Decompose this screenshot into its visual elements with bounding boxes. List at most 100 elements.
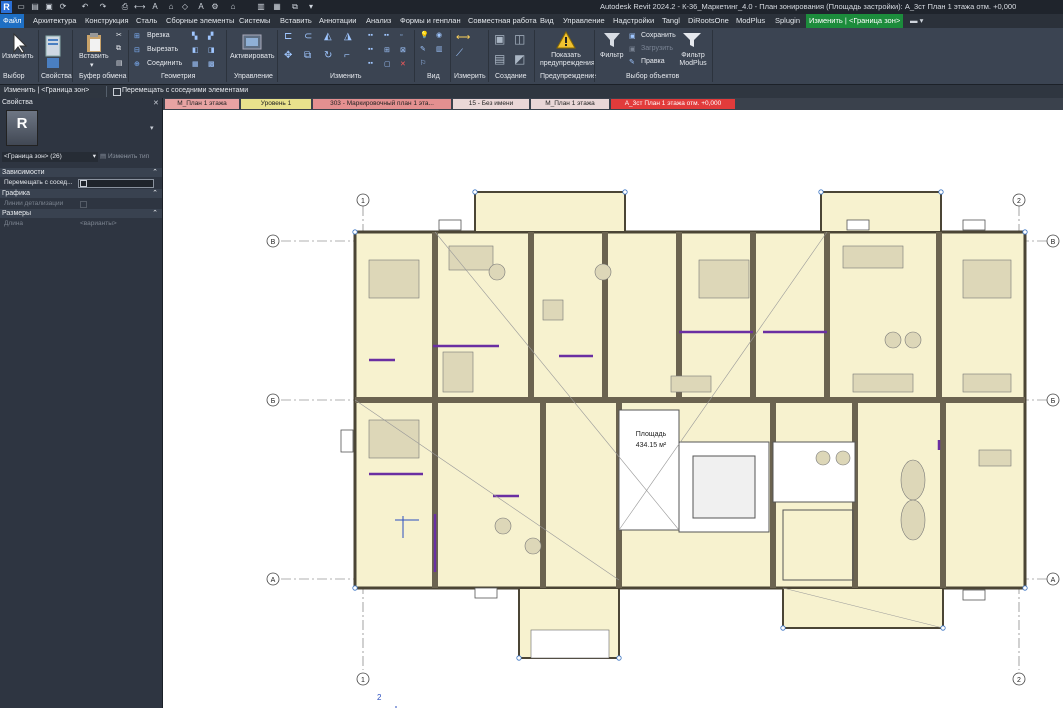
delete-icon[interactable]: ✕	[400, 60, 406, 68]
drawing-area[interactable]: 1 2 1 2 В В Б Б А А Площадь 434.15 м² 2	[163, 110, 1063, 708]
scale-tool-icon[interactable]: ▢	[384, 60, 391, 68]
measure-icon[interactable]: ⟷	[134, 2, 145, 11]
scale-icon[interactable]: ▫	[400, 32, 402, 39]
undo-icon[interactable]: ↶	[80, 2, 90, 11]
geometry-tool-2-icon[interactable]: ▞	[208, 32, 213, 40]
group-geometry[interactable]: Геометрия	[161, 73, 195, 80]
tab-manage[interactable]: Управление	[563, 14, 605, 28]
section-dimensions[interactable]: Размеры ⌃	[0, 209, 162, 218]
section-icon[interactable]: ◇	[180, 2, 190, 11]
tab-annotate[interactable]: Аннотации	[319, 14, 357, 28]
collapse-icon[interactable]: ⌃	[152, 209, 158, 218]
save-selection-button[interactable]: Сохранить	[641, 32, 676, 39]
group-modify[interactable]: Изменить	[330, 73, 362, 80]
tab-architecture[interactable]: Архитектура	[33, 14, 76, 28]
switch-windows-icon[interactable]: ▥	[256, 2, 266, 11]
tab-structure[interactable]: Конструкция	[85, 14, 129, 28]
qat-dropdown-icon[interactable]: ▾	[306, 2, 316, 11]
tag-icon[interactable]: A	[150, 2, 160, 11]
split-icon[interactable]: ▪▪	[368, 32, 373, 39]
3d-view-icon[interactable]: ⌂	[166, 2, 176, 11]
text-icon[interactable]: A	[196, 2, 206, 11]
section-graphics[interactable]: Графика ⌃	[0, 189, 162, 198]
open-icon[interactable]: ▭	[16, 2, 26, 11]
print-icon[interactable]: ⎙	[120, 2, 130, 11]
type-selector[interactable]: <Граница зон> (26) ▾	[2, 152, 98, 162]
paste-dropdown-icon[interactable]: ▾	[90, 61, 94, 69]
tab-insert[interactable]: Вставить	[280, 14, 312, 28]
rotate-icon[interactable]: ↻	[324, 50, 332, 61]
group-measure[interactable]: Измерить	[454, 73, 486, 80]
array-linear-icon[interactable]: ▪▪	[368, 60, 373, 67]
tab-addins[interactable]: Надстройки	[613, 14, 654, 28]
activate-button[interactable]: Активировать	[230, 53, 275, 60]
cope-button[interactable]: Врезка	[147, 32, 170, 39]
sync-icon[interactable]: ⟳	[58, 2, 68, 11]
offset-icon[interactable]: ⊂	[304, 31, 312, 42]
group-view[interactable]: Вид	[427, 73, 440, 80]
save-icon[interactable]: ▣	[44, 2, 54, 11]
tab-systems[interactable]: Системы	[239, 14, 270, 28]
edit-selection-button[interactable]: Правка	[641, 58, 665, 65]
tab-splugin[interactable]: Splugin	[775, 14, 800, 28]
view-tab[interactable]: 303 - Маркировочный план 1 эта...	[313, 99, 451, 109]
geometry-tool-3-icon[interactable]: ◧	[192, 46, 199, 54]
create-group-icon[interactable]: ▤	[494, 52, 505, 66]
create-assembly-icon[interactable]: ▣	[494, 32, 505, 46]
match-props-icon[interactable]: ▤	[116, 59, 123, 67]
view-tool-1-icon[interactable]: ◉	[436, 31, 442, 39]
group-warning[interactable]: Предупреждение	[540, 73, 596, 80]
move-with-nearby-prop-checkbox[interactable]	[80, 180, 87, 187]
home-icon[interactable]: ⌂	[228, 2, 238, 11]
tab-modplus[interactable]: ModPlus	[736, 14, 765, 28]
modify-cursor-icon[interactable]	[6, 32, 30, 54]
view-tab-active[interactable]: А_3ст План 1 этажа отм. +0,000	[611, 99, 735, 109]
unpin-icon[interactable]: ⊠	[400, 46, 406, 54]
tab-analyze[interactable]: Анализ	[366, 14, 391, 28]
join-icon[interactable]: ⊕	[134, 60, 140, 68]
open-folder-icon[interactable]: ▤	[30, 2, 40, 11]
windows-icon[interactable]: ⧉	[290, 2, 300, 11]
geometry-tool-6-icon[interactable]: ▩	[208, 60, 215, 68]
settings-icon[interactable]: ⚙	[210, 2, 220, 11]
collapse-icon[interactable]: ⌃	[152, 189, 158, 198]
view-tab[interactable]: Уровень 1	[241, 99, 311, 109]
join-button[interactable]: Соединить	[147, 60, 182, 67]
load-selection-button[interactable]: Загрузить	[641, 45, 673, 52]
paste-button[interactable]: Вставить	[79, 53, 109, 60]
filter-button[interactable]: Фильтр	[600, 52, 624, 59]
filter-modplus-icon[interactable]	[682, 31, 702, 49]
paste-icon[interactable]	[84, 32, 104, 54]
view-tab[interactable]: М_План 1 этажа	[531, 99, 609, 109]
mirror-axis-icon[interactable]: ◭	[324, 31, 332, 42]
tab-massing[interactable]: Формы и генплан	[400, 14, 461, 28]
modify-button[interactable]: Изменить	[2, 53, 34, 60]
pin-icon[interactable]: ⊞	[384, 46, 390, 54]
cope-icon[interactable]: ⊞	[134, 32, 140, 40]
tab-dirootsone[interactable]: DiRootsOne	[688, 14, 729, 28]
array-icon[interactable]: ▪▪	[384, 32, 389, 39]
section-constraints[interactable]: Зависимости ⌃	[0, 168, 162, 177]
activate-icon[interactable]	[240, 32, 264, 54]
close-icon[interactable]: ✕	[153, 99, 159, 107]
view-tab[interactable]: М_План 1 этажа	[165, 99, 239, 109]
edit-type-button[interactable]: ▤ Изменить тип	[100, 152, 149, 162]
property-row[interactable]: Длина <варианты>	[0, 219, 160, 229]
show-warnings-button[interactable]: Показать предупреждения	[540, 52, 595, 68]
move-icon[interactable]: ✥	[284, 50, 292, 61]
filter-icon[interactable]	[603, 31, 621, 49]
mirror-draw-icon[interactable]: ◮	[344, 31, 352, 42]
cut-geometry-icon[interactable]: ⊟	[134, 46, 140, 54]
copy-icon[interactable]: ⧉	[116, 45, 121, 53]
copy-element-icon[interactable]: ⧉	[304, 50, 311, 61]
geometry-tool-5-icon[interactable]: ▦	[192, 60, 199, 68]
property-row[interactable]: Линии детализации	[0, 199, 160, 209]
detail-lines-checkbox[interactable]	[80, 201, 87, 208]
tab-file[interactable]: Файл	[0, 14, 25, 28]
dimension-icon[interactable]: ⟋	[456, 48, 463, 59]
type-dropdown-icon[interactable]: ▾	[150, 124, 154, 132]
view-tool-2-icon[interactable]: ▥	[436, 45, 443, 53]
measure-between-icon[interactable]: ⟷	[456, 32, 470, 43]
filter-modplus-button[interactable]: Фильтр ModPlus	[676, 52, 710, 68]
group-select[interactable]: Выбор	[3, 73, 25, 80]
